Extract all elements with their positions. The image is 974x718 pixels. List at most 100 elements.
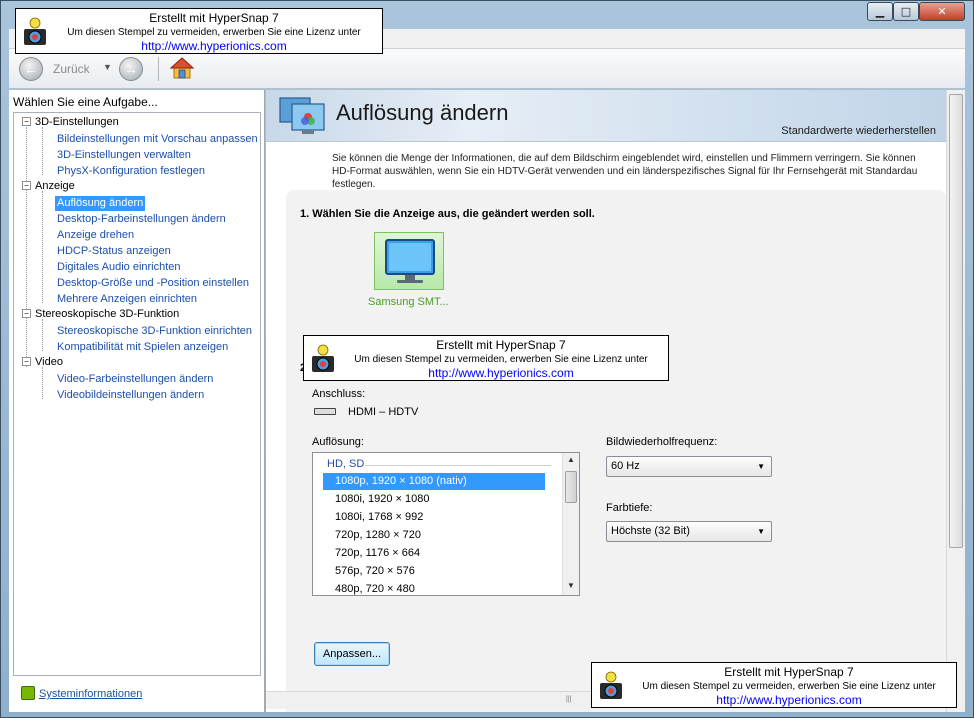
tree-item-hdcp[interactable]: HDCP-Status anzeigen — [55, 244, 173, 259]
stamp-notice: Um diesen Stempel zu vermeiden, erwerben… — [642, 681, 936, 692]
description-line: HD-Format auswählen, wenn Sie ein HDTV-G… — [332, 166, 918, 177]
hypersnap-stamp: Erstellt mit HyperSnap 7 Um diesen Stemp… — [15, 8, 383, 54]
scroll-grip-icon: ||| — [566, 696, 572, 703]
restore-defaults-link[interactable]: Standardwerte wiederherstellen — [781, 125, 936, 137]
collapse-icon[interactable]: − — [22, 181, 31, 190]
tree-guide-line — [26, 127, 27, 367]
display-settings-icon — [279, 97, 325, 134]
category-label: Anzeige — [35, 180, 75, 192]
task-pane: Wählen Sie eine Aufgabe... −3D-Einstellu… — [9, 90, 265, 712]
collapse-icon[interactable]: − — [22, 117, 31, 126]
resolution-label: Auflösung: — [312, 436, 364, 448]
resolution-option[interactable]: 720p, 1280 × 720 — [323, 527, 545, 544]
tree-item-mehrere-anzeigen[interactable]: Mehrere Anzeigen einrichten — [55, 292, 199, 307]
tree-item-videobild[interactable]: Videobildeinstellungen ändern — [55, 388, 206, 403]
hdmi-icon — [314, 408, 336, 415]
stamp-title: Erstellt mit HyperSnap 7 — [149, 11, 279, 25]
content-vertical-scrollbar[interactable] — [946, 90, 965, 712]
back-label[interactable]: Zurück — [53, 62, 90, 76]
category-label: Stereoskopische 3D-Funktion — [35, 308, 180, 320]
stamp-url[interactable]: http://www.hyperionics.com — [338, 366, 664, 380]
tree-item-aufloesung[interactable]: Auflösung ändern — [55, 196, 146, 211]
color-depth-value: Höchste (32 Bit) — [611, 525, 690, 537]
resolution-option[interactable]: 1080p, 1920 × 1080 (nativ) — [323, 473, 545, 490]
connection-label: Anschluss: — [312, 388, 366, 400]
page-header: Auflösung ändern Standardwerte wiederher… — [266, 90, 946, 142]
display-tile[interactable] — [374, 232, 444, 290]
resolution-option[interactable]: 1080i, 1768 × 992 — [323, 509, 545, 526]
resolution-list[interactable]: HD, SD 1080p, 1920 × 1080 (nativ) 1080i,… — [312, 452, 580, 596]
collapse-icon[interactable]: − — [22, 357, 31, 366]
system-info-link[interactable]: Systeminformationen — [21, 686, 142, 700]
stamp-title: Erstellt mit HyperSnap 7 — [436, 338, 566, 352]
tree-category-stereo[interactable]: − Stereoskopische 3D-Funktion — [22, 308, 179, 324]
back-arrow-icon[interactable]: ← — [19, 57, 43, 81]
monitor-icon — [385, 239, 435, 283]
toolbar: ← Zurück ▼ → — [9, 49, 965, 89]
adjust-button[interactable]: Anpassen... — [314, 642, 390, 666]
hypersnap-stamp: Erstellt mit HyperSnap 7 Um diesen Stemp… — [591, 662, 957, 708]
tree-category-anzeige[interactable]: − Anzeige — [22, 180, 75, 196]
content-pane: Auflösung ändern Standardwerte wiederher… — [266, 90, 946, 712]
close-button[interactable]: ✕ — [919, 2, 965, 21]
chevron-down-icon: ▼ — [757, 527, 765, 536]
tree-item-video-farbe[interactable]: Video-Farbeinstellungen ändern — [55, 372, 215, 387]
scroll-thumb[interactable] — [949, 94, 963, 548]
tree-item-anzeige-drehen[interactable]: Anzeige drehen — [55, 228, 136, 243]
tree-item-3d-verwalten[interactable]: 3D-Einstellungen verwalten — [55, 148, 193, 163]
connection-value: HDMI – HDTV — [348, 406, 419, 418]
tree-item-stereo-einrichten[interactable]: Stereoskopische 3D-Funktion einrichten — [55, 324, 254, 339]
stamp-notice: Um diesen Stempel zu vermeiden, erwerben… — [67, 27, 361, 38]
task-tree: −3D-Einstellungen Bildeinstellungen mit … — [13, 112, 261, 676]
resolution-option[interactable]: 720p, 1176 × 664 — [323, 545, 545, 562]
tree-category-3d[interactable]: −3D-Einstellungen — [22, 116, 119, 132]
stamp-title: Erstellt mit HyperSnap 7 — [724, 665, 854, 679]
refresh-rate-label: Bildwiederholfrequenz: — [606, 436, 718, 448]
chevron-down-icon: ▼ — [757, 462, 765, 471]
scroll-up-icon[interactable]: ▲ — [567, 455, 575, 464]
tree-item-physx[interactable]: PhysX-Konfiguration festlegen — [55, 164, 207, 179]
tree-item-desktop-groesse[interactable]: Desktop-Größe und -Position einstellen — [55, 276, 251, 291]
scroll-thumb[interactable] — [565, 471, 577, 503]
scroll-down-icon[interactable]: ▼ — [567, 581, 575, 590]
back-history-dropdown-icon[interactable]: ▼ — [103, 62, 112, 72]
color-depth-label: Farbtiefe: — [606, 502, 653, 514]
forward-arrow-icon[interactable]: → — [119, 57, 143, 81]
tree-guide-line — [42, 127, 43, 175]
resolution-option[interactable]: 576p, 720 × 576 — [323, 563, 545, 580]
tree-item-kompatibilitaet[interactable]: Kompatibilität mit Spielen anzeigen — [55, 340, 230, 355]
color-depth-select[interactable]: Höchste (32 Bit) ▼ — [606, 521, 772, 542]
tree-item-bildeinstellungen[interactable]: Bildeinstellungen mit Vorschau anpassen — [55, 132, 260, 147]
minimize-button[interactable]: ▁ — [867, 2, 893, 21]
refresh-rate-select[interactable]: 60 Hz ▼ — [606, 456, 772, 477]
stamp-url[interactable]: http://www.hyperionics.com — [626, 693, 952, 707]
tree-guide-line — [42, 191, 43, 303]
refresh-rate-value: 60 Hz — [611, 460, 640, 472]
tree-item-digitales-audio[interactable]: Digitales Audio einrichten — [55, 260, 183, 275]
toolbar-separator — [158, 57, 159, 81]
maximize-button[interactable]: □ — [893, 2, 919, 21]
home-icon[interactable] — [169, 55, 195, 81]
tree-category-video[interactable]: − Video — [22, 356, 63, 372]
group-divider — [365, 465, 551, 466]
camera-icon — [312, 344, 334, 372]
resolution-option[interactable]: 1080i, 1920 × 1080 — [323, 491, 545, 508]
display-name: Samsung SMT... — [368, 296, 449, 308]
nvidia-info-icon — [21, 686, 35, 700]
system-info-label: Systeminformationen — [39, 688, 143, 700]
task-header: Wählen Sie eine Aufgabe... — [13, 95, 158, 109]
hypersnap-stamp: Erstellt mit HyperSnap 7 Um diesen Stemp… — [303, 335, 669, 381]
tree-item-desktop-farbe[interactable]: Desktop-Farbeinstellungen ändern — [55, 212, 228, 227]
stamp-url[interactable]: http://www.hyperionics.com — [50, 39, 378, 53]
settings-panel: 1. Wählen Sie die Anzeige aus, die geänd… — [286, 190, 946, 712]
stamp-notice: Um diesen Stempel zu vermeiden, erwerben… — [354, 354, 648, 365]
category-label: 3D-Einstellungen — [35, 116, 119, 128]
page-description: Sie können die Menge der Informationen, … — [332, 152, 946, 191]
resolution-scrollbar[interactable]: ▲ ▼ — [562, 453, 579, 595]
camera-icon — [24, 17, 46, 45]
resolution-option[interactable]: 480p, 720 × 480 — [323, 581, 545, 595]
step1-heading: 1. Wählen Sie die Anzeige aus, die geänd… — [300, 208, 595, 220]
description-line: Sie können die Menge der Informationen, … — [332, 153, 916, 164]
camera-icon — [600, 671, 622, 699]
collapse-icon[interactable]: − — [22, 309, 31, 318]
